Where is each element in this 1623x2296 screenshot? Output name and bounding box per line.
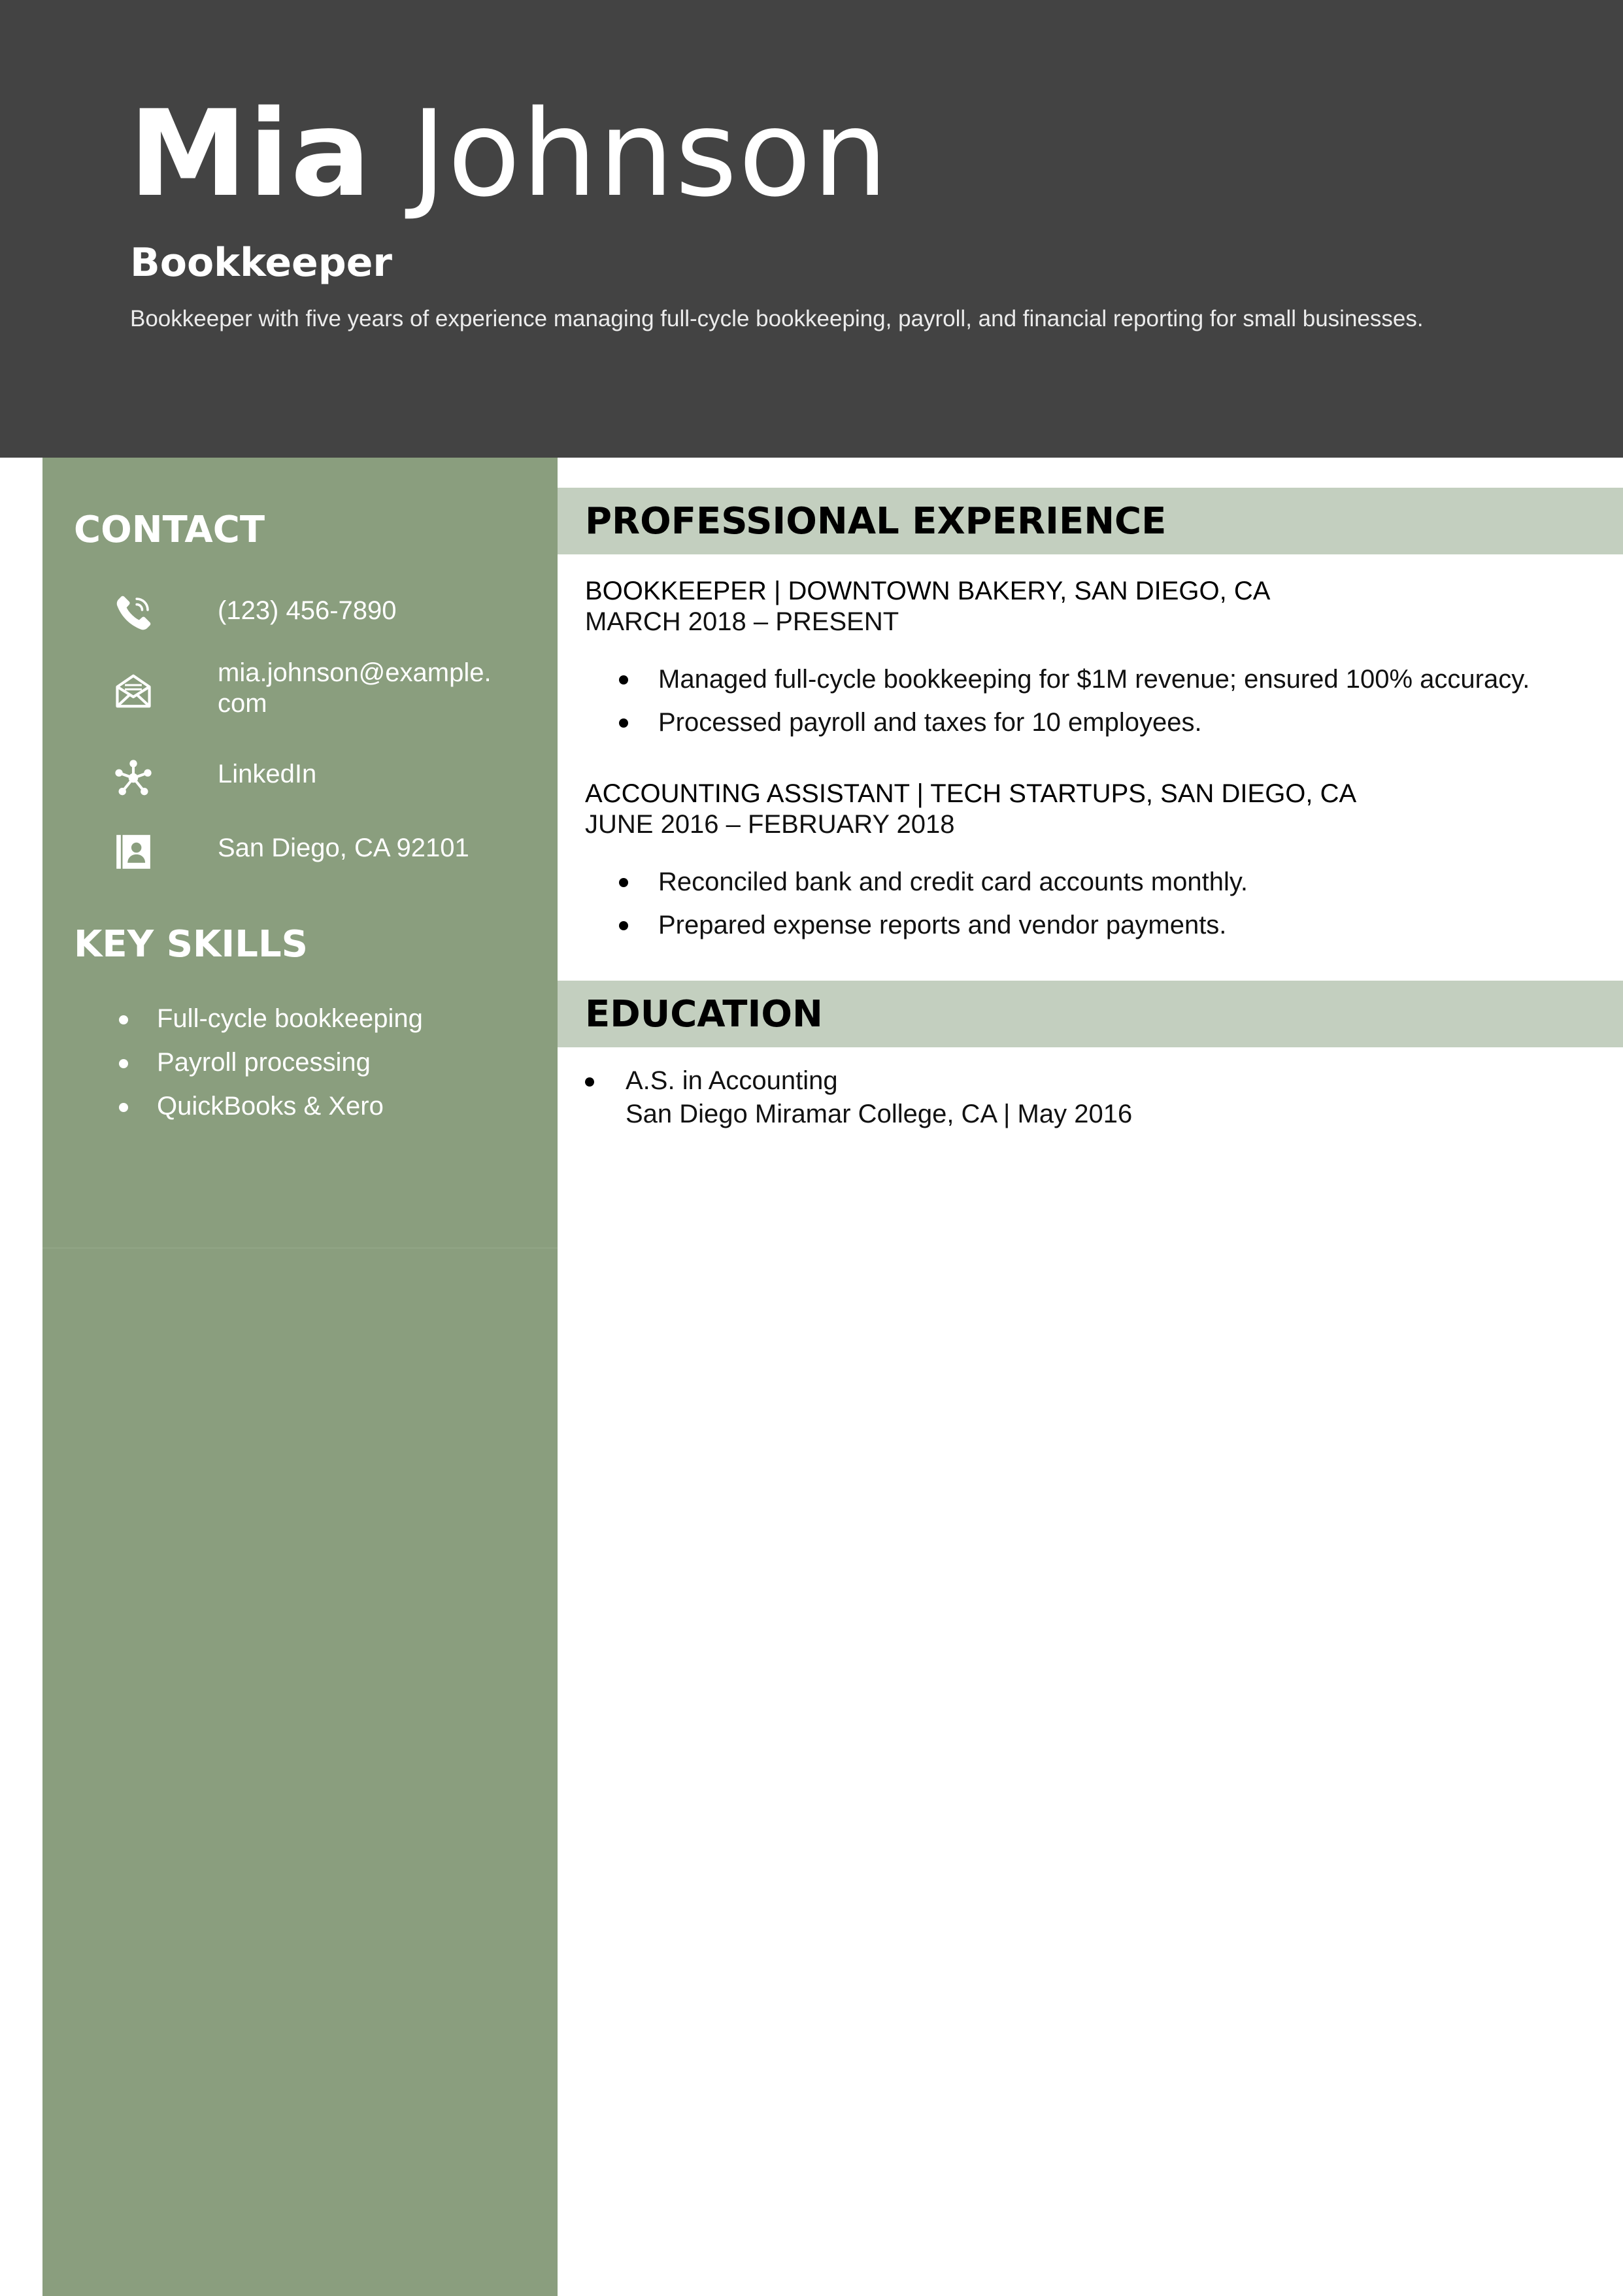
address-book-icon [113,832,154,872]
job-bullet: Reconciled bank and credit card accounts… [585,860,1605,903]
job-title-heading: Bookkeeper [130,240,392,286]
education-bullet [585,1077,594,1087]
skills-list: Full-cycle bookkeeping Payroll processin… [71,997,489,1128]
education-section-bar: EDUCATION [558,981,1623,1047]
contact-email[interactable]: mia.johnson@example. com [113,658,544,730]
phone-icon [113,593,154,633]
sidebar: CONTACT (123) 456-7890 mia.johnson@examp… [42,458,558,2296]
email-icon [113,671,154,711]
job-bullet: Processed payroll and taxes for 10 emplo… [585,701,1605,744]
first-name: Mia [129,84,373,223]
experience-heading: PROFESSIONAL EXPERIENCE [585,500,1167,543]
network-icon [113,758,154,798]
contact-linkedin[interactable]: LinkedIn [113,755,544,801]
job-title: ACCOUNTING ASSISTANT | TECH STARTUPS, SA… [585,779,1357,808]
sidebar-divider [42,1247,558,1249]
contact-email-text: mia.johnson@example. com [218,658,492,718]
contact-phone-text: (123) 456-7890 [218,596,397,625]
job-bullet: Prepared expense reports and vendor paym… [585,903,1605,947]
key-skills-heading: KEY SKILLS [74,923,308,966]
job-bullets: Reconciled bank and credit card accounts… [585,860,1605,947]
education-degree: A.S. in Accounting [626,1066,838,1095]
experience-section-bar: PROFESSIONAL EXPERIENCE [558,488,1623,554]
resume-header: Mia Johnson Bookkeeper Bookkeeper with f… [0,0,1623,458]
skill-item: QuickBooks & Xero [71,1085,489,1128]
job-bullet: Managed full-cycle bookkeeping for $1M r… [585,658,1605,701]
profile-summary: Bookkeeper with five years of experience… [130,306,1424,331]
job-dates: JUNE 2016 – FEBRUARY 2018 [585,810,955,839]
job-bullets: Managed full-cycle bookkeeping for $1M r… [585,658,1605,744]
education-heading: EDUCATION [585,993,823,1036]
education-school: San Diego Miramar College, CA | May 2016 [626,1100,1133,1128]
contact-heading: CONTACT [74,509,265,551]
contact-address: San Diego, CA 92101 [113,829,544,875]
job-title: BOOKKEEPER | DOWNTOWN BAKERY, SAN DIEGO,… [585,577,1271,605]
last-name: Johnson [411,84,890,223]
contact-address-text: San Diego, CA 92101 [218,834,469,862]
job-dates: MARCH 2018 – PRESENT [585,607,899,636]
main-content: PROFESSIONAL EXPERIENCE BOOKKEEPER | DOW… [558,458,1623,2296]
skill-item: Payroll processing [71,1041,489,1085]
candidate-name: Mia Johnson [129,85,889,222]
skill-item: Full-cycle bookkeeping [71,997,489,1041]
contact-linkedin-text: LinkedIn [218,760,317,788]
contact-phone: (123) 456-7890 [113,592,544,637]
